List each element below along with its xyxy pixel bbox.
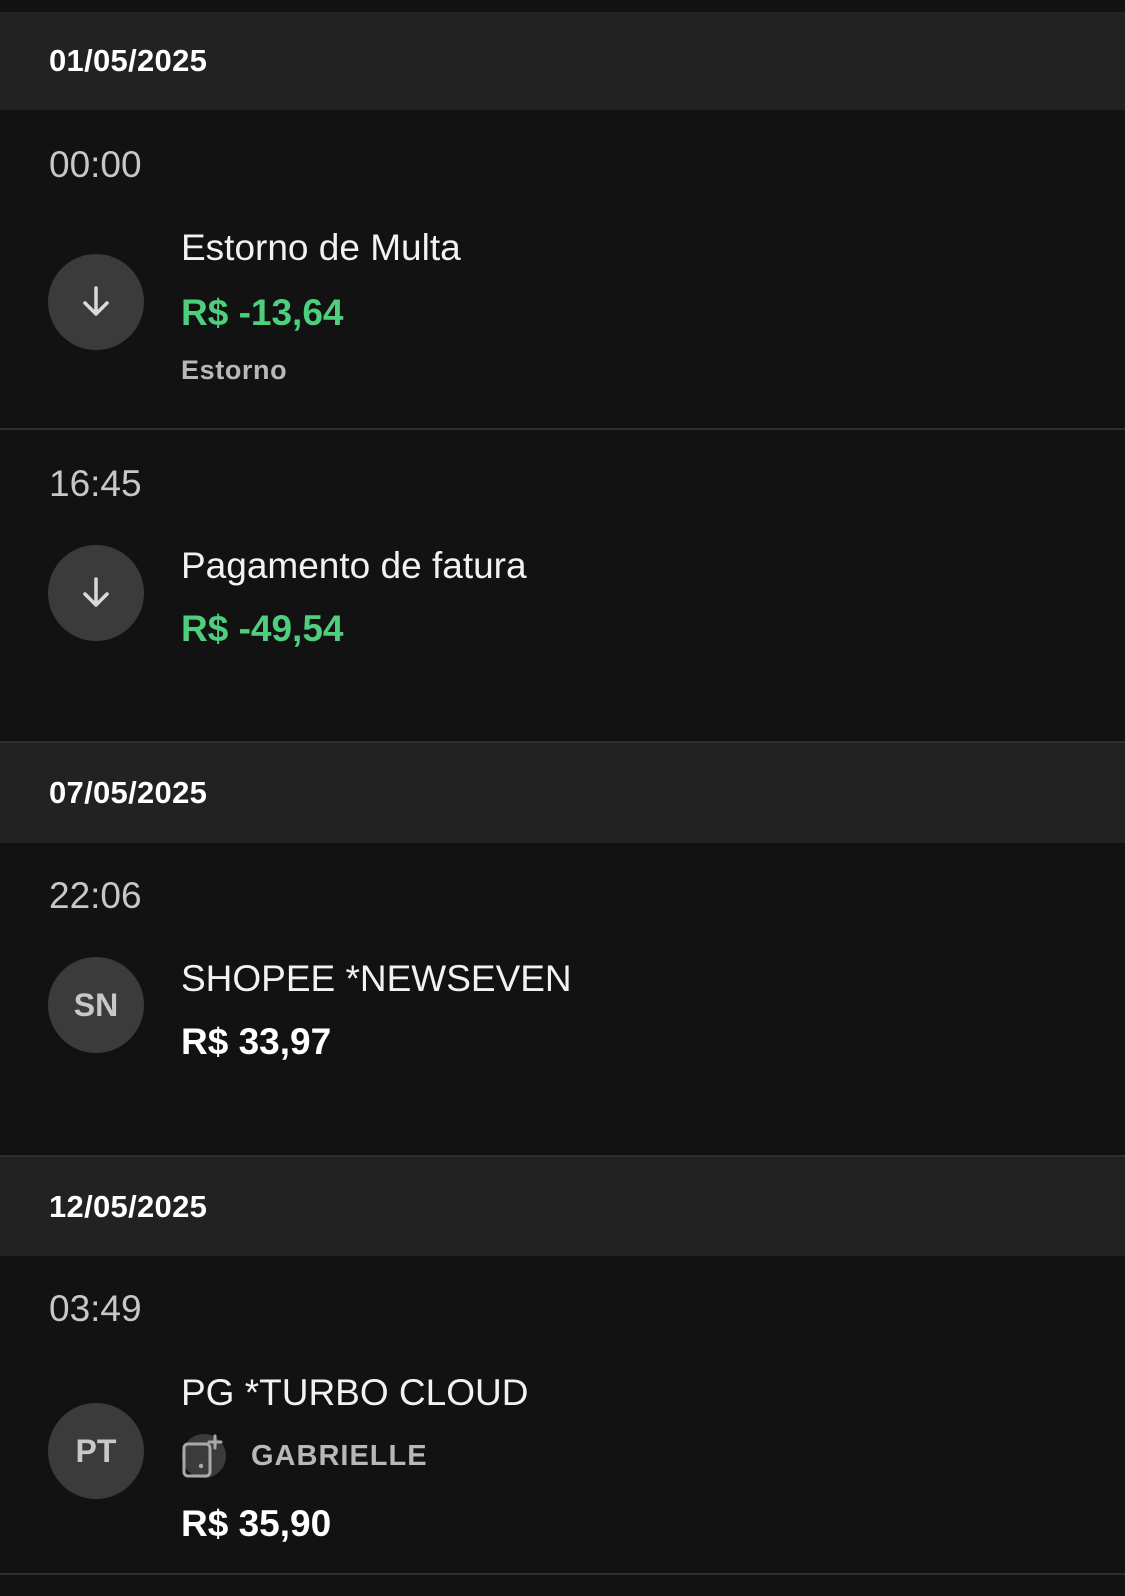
card-info: GABRIELLE	[181, 1433, 428, 1479]
virtual-card-icon	[182, 1434, 226, 1478]
arrow-down-icon	[83, 286, 109, 316]
transaction-item[interactable]: 03:49 PT PG *TURBO CLOUD GABRIELLE R$ 35…	[0, 1256, 1125, 1575]
transaction-amount: R$ -13,64	[181, 292, 344, 333]
arrow-down-avatar	[48, 545, 144, 641]
arrow-down-avatar	[48, 254, 144, 350]
transaction-item[interactable]: 16:45 Pagamento de fatura R$ -49,54	[0, 430, 1125, 743]
date-header: 07/05/2025	[0, 743, 1125, 843]
transaction-amount: R$ 35,90	[181, 1503, 332, 1544]
transaction-amount: R$ -49,54	[181, 608, 344, 649]
transaction-feed: 01/05/2025 00:00 Estorno de Multa R$ -13…	[0, 0, 1125, 1575]
date-label: 12/05/2025	[49, 1188, 208, 1224]
transaction-title: Pagamento de fatura	[181, 545, 527, 586]
date-label: 07/05/2025	[49, 775, 208, 810]
transaction-time: 16:45	[49, 463, 142, 504]
transaction-title: Estorno de Multa	[181, 227, 461, 268]
date-label: 01/05/2025	[49, 43, 208, 78]
date-header: 12/05/2025	[0, 1157, 1125, 1256]
date-header: 01/05/2025	[0, 12, 1125, 110]
transaction-amount: R$ 33,97	[181, 1021, 332, 1062]
top-strip	[0, 0, 1125, 12]
merchant-avatar: PT	[48, 1403, 144, 1499]
transaction-item[interactable]: 22:06 SN SHOPEE *NEWSEVEN R$ 33,97	[0, 843, 1125, 1157]
transaction-title: SHOPEE *NEWSEVEN	[181, 958, 572, 999]
transaction-time: 03:49	[49, 1288, 142, 1329]
merchant-avatar: SN	[48, 957, 144, 1053]
transaction-tag: Estorno	[181, 355, 288, 385]
avatar-initials: SN	[73, 986, 119, 1023]
transaction-time: 22:06	[49, 875, 142, 916]
transaction-time: 00:00	[49, 144, 142, 185]
transaction-title: PG *TURBO CLOUD	[181, 1372, 529, 1413]
arrow-down-icon	[83, 577, 109, 607]
card-holder-name: GABRIELLE	[251, 1439, 428, 1472]
transaction-item[interactable]: 00:00 Estorno de Multa R$ -13,64 Estorno	[0, 110, 1125, 430]
avatar-initials: PT	[75, 1432, 117, 1469]
